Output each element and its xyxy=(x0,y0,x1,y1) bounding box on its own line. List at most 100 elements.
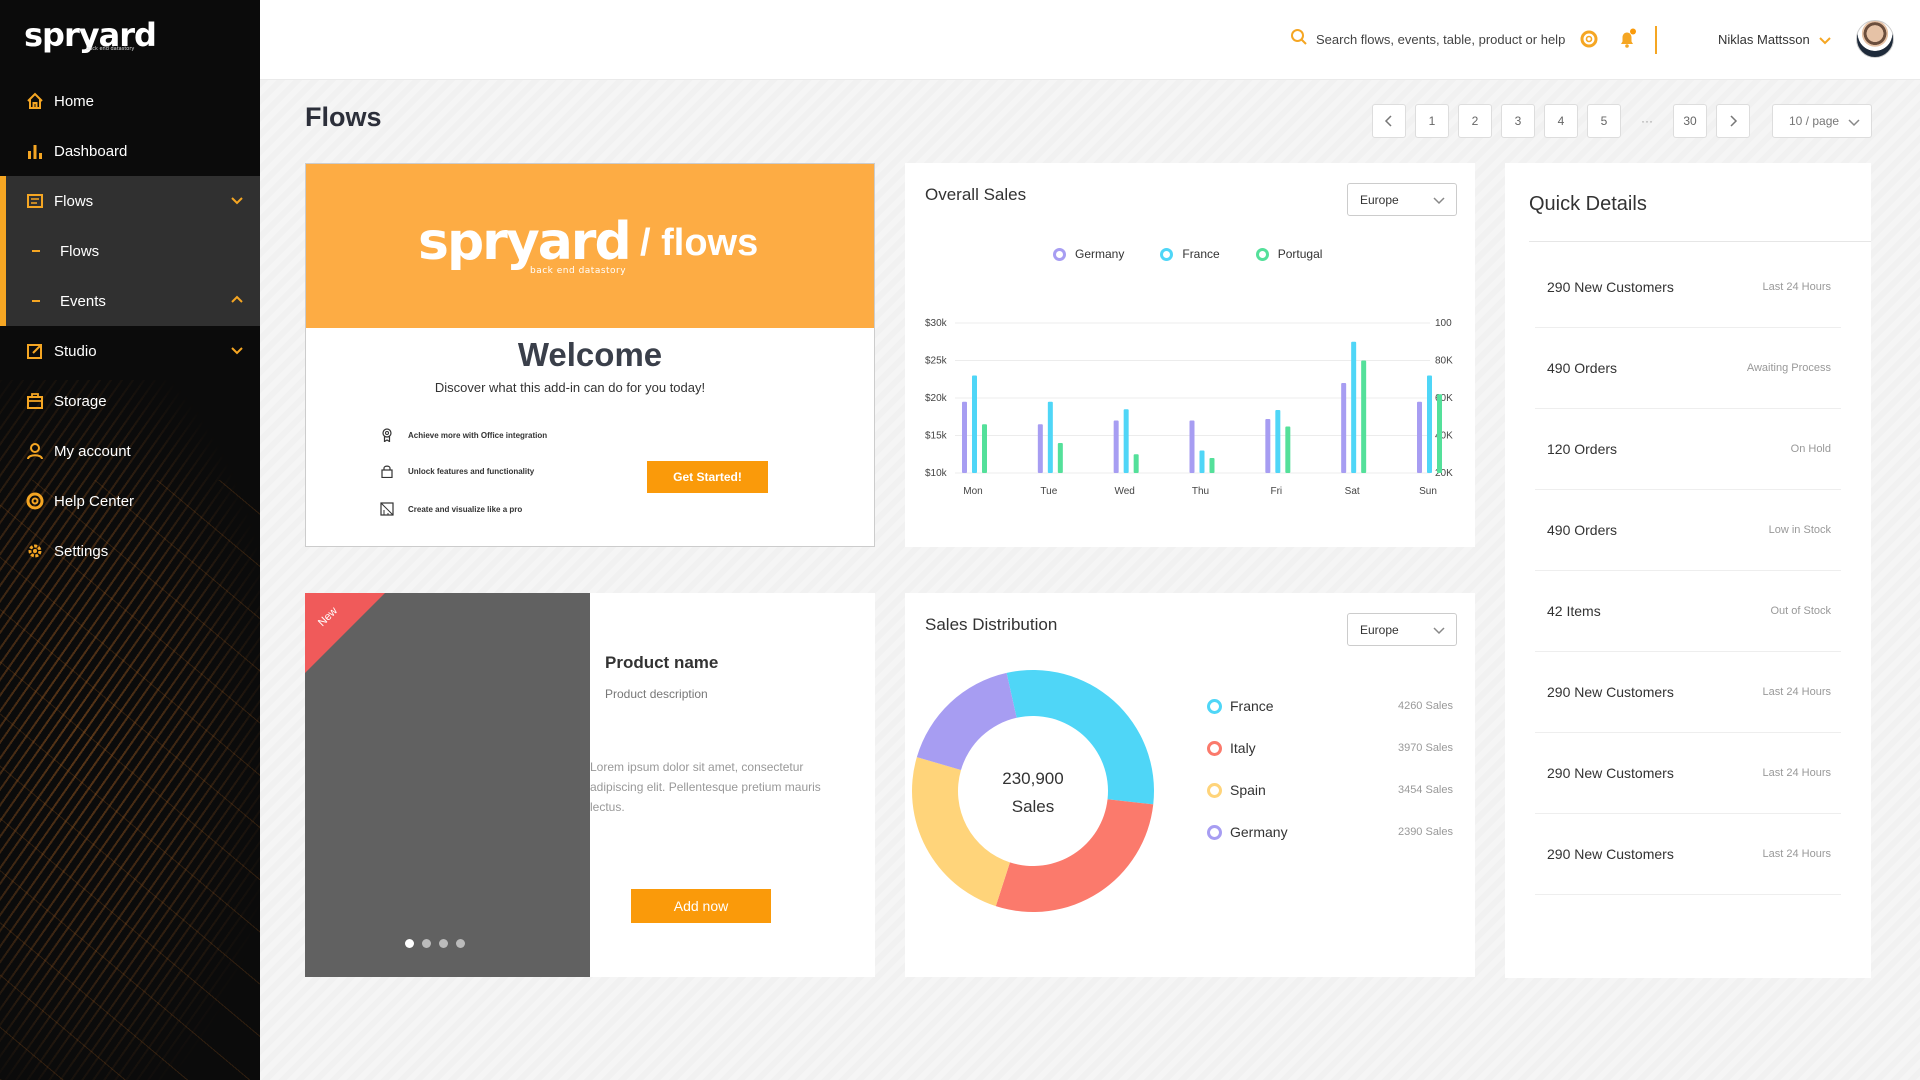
sidebar-item-studio[interactable]: Studio xyxy=(0,326,260,376)
page-button-3[interactable]: 3 xyxy=(1501,104,1535,138)
sidebar: spryard back end datastory Home Dashboar… xyxy=(0,0,260,1080)
quick-details-row[interactable]: 490 Orders Awaiting Process xyxy=(1535,328,1841,409)
bar-portugal[interactable] xyxy=(1057,443,1063,473)
carousel-dot[interactable] xyxy=(439,939,448,948)
sidebar-subitem-flows[interactable]: Flows xyxy=(0,226,260,276)
quick-details-row[interactable]: 290 New Customers Last 24 Hours xyxy=(1535,247,1841,328)
get-started-button[interactable]: Get Started! xyxy=(647,461,768,493)
page-button-1[interactable]: 1 xyxy=(1415,104,1449,138)
quick-details-row[interactable]: 120 Orders On Hold xyxy=(1535,409,1841,490)
detail-label: 42 Items xyxy=(1547,603,1601,619)
search-bar[interactable] xyxy=(1290,28,1566,51)
page-button-2[interactable]: 2 xyxy=(1458,104,1492,138)
per-page-select[interactable]: 10 / page xyxy=(1772,104,1872,138)
donut-slice-germany[interactable] xyxy=(916,672,1017,770)
page-button-4[interactable]: 4 xyxy=(1544,104,1578,138)
sidebar-item-my-account[interactable]: My account xyxy=(0,426,260,476)
sidebar-item-label: Dashboard xyxy=(54,142,128,160)
carousel-dot[interactable] xyxy=(456,939,465,948)
y-tick-label: $30k xyxy=(925,318,948,329)
carousel-dot[interactable] xyxy=(422,939,431,948)
sidebar-item-flows[interactable]: Flows xyxy=(0,176,260,226)
chevron-down-icon[interactable] xyxy=(230,193,244,207)
quick-details-row[interactable]: 42 Items Out of Stock xyxy=(1535,571,1841,652)
bar-france[interactable] xyxy=(1427,375,1432,474)
product-image[interactable]: New xyxy=(305,593,590,977)
distribution-row[interactable]: Italy 3970 Sales xyxy=(1207,740,1453,756)
bar-germany[interactable] xyxy=(1265,419,1271,473)
user-menu[interactable]: Niklas Mattsson xyxy=(1718,32,1832,47)
new-ribbon xyxy=(305,593,385,673)
bar-portugal[interactable] xyxy=(982,424,987,473)
bar-france[interactable] xyxy=(1275,410,1281,473)
sidebar-subitem-events[interactable]: Events xyxy=(0,276,260,326)
feature-item: Unlock features and functionality xyxy=(380,464,534,479)
sidebar-item-label: Events xyxy=(60,292,106,310)
chevron-down-icon[interactable] xyxy=(1818,33,1832,47)
sidebar-item-dashboard[interactable]: Dashboard xyxy=(0,126,260,176)
prev-page-button[interactable] xyxy=(1372,104,1406,138)
bar-france[interactable] xyxy=(1199,450,1205,474)
bar-portugal[interactable] xyxy=(1361,360,1367,474)
bar-portugal[interactable] xyxy=(1285,426,1291,474)
sidebar-item-storage[interactable]: Storage xyxy=(0,376,260,426)
bar-germany[interactable] xyxy=(1341,383,1347,473)
bar-germany[interactable] xyxy=(962,401,967,473)
y2-tick-label: 100 xyxy=(1435,318,1452,329)
bell-icon[interactable] xyxy=(1616,28,1638,50)
bar-france[interactable] xyxy=(972,375,977,474)
bar-portugal[interactable] xyxy=(1209,458,1215,473)
y2-tick-label: 80K xyxy=(1435,356,1453,367)
carousel-dot[interactable] xyxy=(405,939,414,948)
main-content: Flows 1 2 3 4 5 ··· 30 10 / page spryard… xyxy=(260,80,1920,1080)
region-select[interactable]: Europe xyxy=(1347,613,1457,646)
page-ellipsis[interactable]: ··· xyxy=(1630,104,1664,138)
edit-icon xyxy=(26,342,44,360)
legend-dot xyxy=(1207,782,1222,798)
next-page-button[interactable] xyxy=(1716,104,1750,138)
bar-portugal[interactable] xyxy=(1133,454,1139,473)
detail-meta: Awaiting Process xyxy=(1746,362,1831,374)
quick-details-row[interactable]: 290 New Customers Last 24 Hours xyxy=(1535,652,1841,733)
bar-germany[interactable] xyxy=(1037,424,1043,473)
quick-details-row[interactable]: 490 Orders Low in Stock xyxy=(1535,490,1841,571)
user-name: Niklas Mattsson xyxy=(1718,32,1810,47)
bar-germany[interactable] xyxy=(1417,401,1422,473)
chevron-up-icon[interactable] xyxy=(230,293,244,307)
distribution-country: Italy xyxy=(1230,740,1256,756)
sidebar-item-settings[interactable]: Settings xyxy=(0,526,260,576)
bar-france[interactable] xyxy=(1351,341,1357,473)
sales-distribution-title: Sales Distribution xyxy=(925,615,1058,634)
distribution-row[interactable]: Spain 3454 Sales xyxy=(1207,782,1453,798)
bar-portugal[interactable] xyxy=(1437,394,1442,473)
distribution-value: 2390 Sales xyxy=(1397,826,1453,838)
bar-germany[interactable] xyxy=(1189,420,1195,474)
quick-details-row[interactable]: 290 New Customers Last 24 Hours xyxy=(1535,733,1841,814)
sidebar-item-home[interactable]: Home xyxy=(0,76,260,126)
page-button-5[interactable]: 5 xyxy=(1587,104,1621,138)
sidebar-item-help-center[interactable]: Help Center xyxy=(0,476,260,526)
bar-france[interactable] xyxy=(1047,401,1053,473)
distribution-row[interactable]: Germany 2390 Sales xyxy=(1207,824,1453,840)
app-logo[interactable]: spryard back end datastory xyxy=(24,16,157,54)
sidebar-nav: Home Dashboard Flows Flows Events Studio xyxy=(0,76,260,576)
chevron-down-icon[interactable] xyxy=(230,343,244,357)
distribution-value: 3454 Sales xyxy=(1397,784,1453,796)
search-input[interactable] xyxy=(1316,32,1566,47)
add-now-button[interactable]: Add now xyxy=(631,889,771,923)
dash-icon xyxy=(32,300,40,302)
donut-total: 230,900 xyxy=(1002,769,1064,788)
y-tick-label: $25k xyxy=(925,356,948,367)
bar-france[interactable] xyxy=(1123,409,1129,473)
page-button-last[interactable]: 30 xyxy=(1673,104,1707,138)
logo-tagline: back end datastory xyxy=(86,46,135,52)
chevron-down-icon xyxy=(1847,115,1861,129)
bar-germany[interactable] xyxy=(1113,420,1119,474)
distribution-row[interactable]: France 4260 Sales xyxy=(1207,698,1453,714)
avatar[interactable] xyxy=(1856,20,1894,58)
overall-sales-chart: $10k 20K$15k 40K$20k 60K$25k 80K$30k 100Mon Tu… xyxy=(925,318,1453,497)
lifebuoy-icon[interactable] xyxy=(1578,28,1600,50)
quick-details-row[interactable]: 290 New Customers Last 24 Hours xyxy=(1535,814,1841,895)
product-body-text: Lorem ipsum dolor sit amet, consectetur … xyxy=(590,760,821,814)
divider xyxy=(1529,241,1871,242)
